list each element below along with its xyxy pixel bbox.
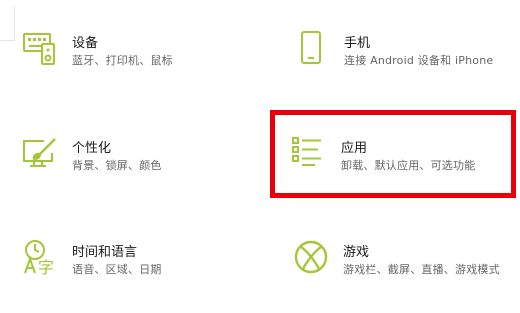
svg-text:字: 字	[38, 258, 54, 275]
tile-description: 连接 Android 设备和 iPhone	[344, 54, 494, 67]
settings-tile-personalization[interactable]: 个性化 背景、锁屏、颜色	[22, 135, 262, 209]
partial-window-corner	[0, 6, 15, 41]
settings-tile-time-language[interactable]: 字 时间和语言 语音、区域、日期	[22, 239, 262, 313]
tile-title: 设备	[72, 36, 99, 51]
paintbrush-icon	[22, 135, 58, 171]
tile-description: 蓝牙、打印机、鼠标	[72, 54, 173, 67]
settings-tile-gaming[interactable]: 游戏 游戏栏、截屏、直播、游戏模式	[293, 239, 520, 313]
phone-icon	[294, 30, 330, 66]
highlight-box	[270, 110, 516, 198]
tile-description: 游戏栏、截屏、直播、游戏模式	[343, 263, 500, 276]
settings-tile-devices[interactable]: 设备 蓝牙、打印机、鼠标	[22, 30, 262, 104]
tile-description: 语音、区域、日期	[72, 263, 162, 276]
tile-title: 游戏	[343, 245, 370, 260]
tile-title: 个性化	[72, 141, 112, 156]
settings-tile-phone[interactable]: 手机 连接 Android 设备和 iPhone	[294, 30, 520, 104]
xbox-icon	[293, 239, 329, 275]
tile-description: 背景、锁屏、颜色	[72, 159, 162, 172]
tile-title: 手机	[344, 36, 371, 51]
keyboard-icon	[22, 30, 58, 66]
tile-title: 时间和语言	[72, 245, 138, 260]
time-language-icon: 字	[22, 239, 58, 275]
